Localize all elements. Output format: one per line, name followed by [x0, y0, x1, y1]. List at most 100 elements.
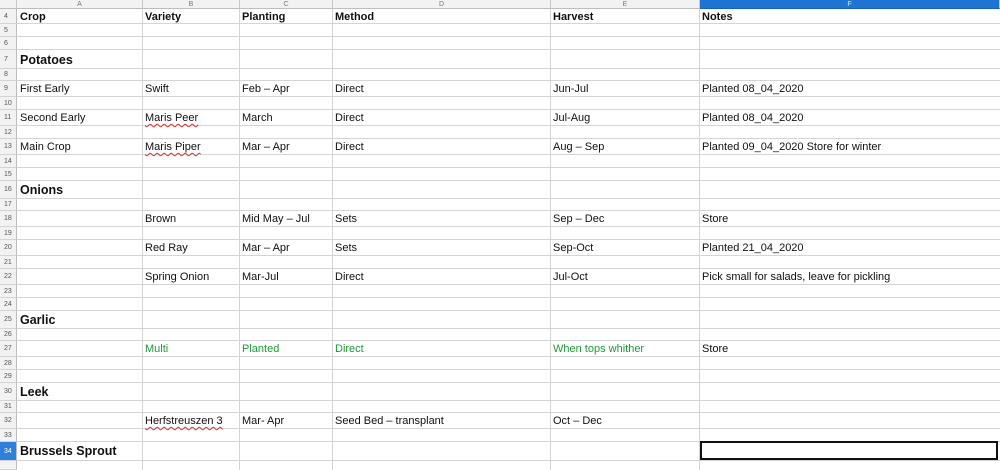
header-planting[interactable]: Planting: [242, 10, 285, 24]
cell-variety[interactable]: Maris Piper: [145, 140, 201, 154]
row-header[interactable]: 31: [0, 401, 17, 413]
table-row: [17, 357, 1000, 370]
cell-variety[interactable]: Spring Onion: [145, 270, 209, 284]
cell-method[interactable]: Sets: [335, 241, 357, 255]
row-header[interactable]: 34: [0, 442, 17, 461]
section-potatoes[interactable]: Potatoes: [20, 53, 73, 67]
cell-planting[interactable]: Feb – Apr: [242, 82, 290, 96]
row-header[interactable]: 33: [0, 429, 17, 442]
table-row: [17, 311, 1000, 329]
row-header[interactable]: 24: [0, 298, 17, 311]
header-crop[interactable]: Crop: [20, 10, 46, 24]
column-header-d[interactable]: D: [333, 0, 551, 9]
row-header[interactable]: 25: [0, 311, 17, 329]
row-header[interactable]: 29: [0, 370, 17, 383]
cell-variety[interactable]: Herfstreuszen 3: [145, 414, 223, 428]
row-header[interactable]: 12: [0, 126, 17, 139]
cell-planting[interactable]: Planted: [242, 342, 279, 356]
row-header[interactable]: 23: [0, 285, 17, 298]
cell-notes[interactable]: Planted 08_04_2020: [702, 111, 804, 125]
cell-method[interactable]: Direct: [335, 140, 364, 154]
row-header[interactable]: 18: [0, 211, 17, 227]
column-header-b[interactable]: B: [143, 0, 240, 9]
row-header[interactable]: 26: [0, 329, 17, 341]
cell-planting[interactable]: Mar- Apr: [242, 414, 284, 428]
cell-notes[interactable]: Store: [702, 342, 728, 356]
row-header[interactable]: 30: [0, 383, 17, 401]
cell-crop[interactable]: Main Crop: [20, 140, 71, 154]
row-header[interactable]: 21: [0, 256, 17, 269]
row-header[interactable]: 15: [0, 168, 17, 181]
table-row: [17, 69, 1000, 81]
cell-notes[interactable]: Store: [702, 212, 728, 226]
row-header[interactable]: 20: [0, 240, 17, 256]
cell-variety[interactable]: Swift: [145, 82, 169, 96]
cell-planting[interactable]: Mid May – Jul: [242, 212, 310, 226]
column-header-c[interactable]: C: [240, 0, 333, 9]
cell-harvest[interactable]: Aug – Sep: [553, 140, 604, 154]
cell-planting[interactable]: Mar-Jul: [242, 270, 279, 284]
cell-harvest[interactable]: Sep-Oct: [553, 241, 593, 255]
row-header[interactable]: 27: [0, 341, 17, 357]
cell-planting[interactable]: Mar – Apr: [242, 241, 290, 255]
column-header-f[interactable]: F: [700, 0, 1000, 9]
row-header[interactable]: 28: [0, 357, 17, 370]
column-header-corner[interactable]: [0, 0, 17, 9]
cell-harvest[interactable]: Jul-Oct: [553, 270, 588, 284]
cell-notes[interactable]: Planted 21_04_2020: [702, 241, 804, 255]
row-header[interactable]: 10: [0, 97, 17, 110]
row-header[interactable]: 13: [0, 139, 17, 155]
row-header[interactable]: 4: [0, 9, 17, 24]
row-header[interactable]: 11: [0, 110, 17, 126]
row-header[interactable]: 5: [0, 24, 17, 37]
header-method[interactable]: Method: [335, 10, 374, 24]
row-header[interactable]: 14: [0, 155, 17, 168]
cell-planting[interactable]: March: [242, 111, 273, 125]
section-garlic[interactable]: Garlic: [20, 313, 55, 327]
row-header[interactable]: 16: [0, 181, 17, 199]
table-row: [17, 227, 1000, 240]
cell-notes[interactable]: Planted 08_04_2020: [702, 82, 804, 96]
row-header[interactable]: 7: [0, 50, 17, 69]
table-row: [17, 256, 1000, 269]
cell-method[interactable]: Direct: [335, 270, 364, 284]
header-notes[interactable]: Notes: [702, 10, 733, 24]
section-leek[interactable]: Leek: [20, 385, 49, 399]
cell-crop[interactable]: Second Early: [20, 111, 85, 125]
cell-notes[interactable]: Planted 09_04_2020 Store for winter: [702, 140, 881, 154]
cell-harvest[interactable]: Oct – Dec: [553, 414, 602, 428]
cell-method[interactable]: Sets: [335, 212, 357, 226]
spreadsheet-grid[interactable]: A B C D E F 4 5 6 7 8 9 10 11 12 13 14 1…: [0, 0, 1000, 470]
column-header-e[interactable]: E: [551, 0, 700, 9]
column-header-a[interactable]: A: [17, 0, 143, 9]
cell-method[interactable]: Seed Bed – transplant: [335, 414, 444, 428]
cell-planting[interactable]: Mar – Apr: [242, 140, 290, 154]
cell-variety[interactable]: Brown: [145, 212, 176, 226]
row-header[interactable]: 6: [0, 37, 17, 50]
row-header[interactable]: 17: [0, 199, 17, 211]
row-header[interactable]: 9: [0, 81, 17, 97]
table-row: [17, 181, 1000, 199]
row-header[interactable]: [0, 461, 17, 470]
row-header[interactable]: 19: [0, 227, 17, 240]
cell-harvest[interactable]: Sep – Dec: [553, 212, 604, 226]
header-variety[interactable]: Variety: [145, 10, 181, 24]
cell-crop[interactable]: First Early: [20, 82, 70, 96]
cell-harvest[interactable]: Jul-Aug: [553, 111, 590, 125]
cell-method[interactable]: Direct: [335, 111, 364, 125]
row-header[interactable]: 22: [0, 269, 17, 285]
cell-variety[interactable]: Maris Peer: [145, 111, 198, 125]
cell-variety[interactable]: Multi: [145, 342, 168, 356]
section-brussels-sprout[interactable]: Brussels Sprout: [20, 444, 117, 458]
row-header[interactable]: 32: [0, 413, 17, 429]
cell-method[interactable]: Direct: [335, 342, 364, 356]
cell-method[interactable]: Direct: [335, 82, 364, 96]
row-header[interactable]: 8: [0, 69, 17, 81]
section-onions[interactable]: Onions: [20, 183, 63, 197]
cell-notes[interactable]: Pick small for salads, leave for picklin…: [702, 270, 890, 284]
header-harvest[interactable]: Harvest: [553, 10, 593, 24]
cell-harvest[interactable]: Jun-Jul: [553, 82, 588, 96]
cell-variety[interactable]: Red Ray: [145, 241, 188, 255]
active-cell-selection[interactable]: [700, 441, 998, 460]
cell-harvest[interactable]: When tops whither: [553, 342, 644, 356]
